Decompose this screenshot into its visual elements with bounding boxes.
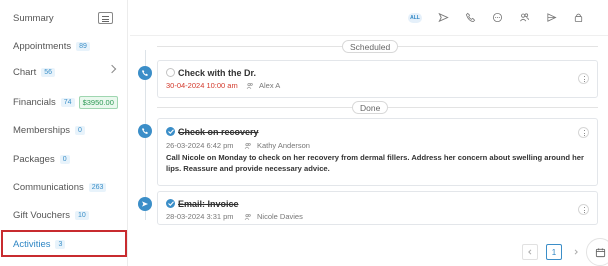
balance-badge: $3950.00	[78, 95, 118, 109]
sidebar-item-label: Chart	[13, 66, 37, 78]
completed-check-icon[interactable]	[166, 127, 175, 136]
section-label-done: Done	[352, 101, 389, 114]
sidebar-item-packages[interactable]: Packages 0	[0, 145, 128, 173]
phone-icon	[142, 70, 148, 76]
assigned-person: Kathy Anderson	[244, 141, 310, 150]
sidebar-item-appointments[interactable]: Appointments 89	[0, 32, 128, 60]
sidebar-item-label: Gift Vouchers	[13, 209, 71, 221]
people-icon	[244, 142, 251, 149]
paper-plane-icon[interactable]	[546, 12, 557, 23]
sidebar-item-chart[interactable]: Chart 56	[0, 58, 128, 86]
chevron-left-icon	[528, 249, 532, 255]
sidebar: Summary Appointments 89 Chart 56 Financi…	[0, 0, 128, 266]
page-number-button[interactable]: 1	[546, 244, 562, 260]
complete-checkbox[interactable]	[166, 68, 175, 77]
previous-page-button[interactable]	[522, 244, 538, 260]
filter-all-button[interactable]: ALL	[408, 13, 422, 23]
phone-icon	[142, 128, 148, 134]
chevron-right-icon	[107, 64, 117, 74]
activity-title: Check on recovery	[178, 127, 259, 137]
sidebar-item-label: Packages	[13, 153, 55, 165]
sidebar-item-label: Appointments	[13, 40, 72, 52]
activity-type-phone-node	[138, 124, 152, 138]
people-icon[interactable]	[519, 12, 530, 23]
activity-filter-bar: ALL	[130, 0, 608, 36]
count-badge: 89	[76, 41, 90, 51]
people-icon	[246, 82, 253, 89]
assigned-person: Nicole Davies	[244, 212, 303, 221]
chat-icon[interactable]	[492, 12, 503, 23]
activity-title: Check with the Dr.	[178, 68, 257, 78]
count-badge: 0	[59, 154, 70, 164]
activity-datetime: 30-04-2024 10:00 am	[166, 81, 238, 90]
chevron-right-icon	[574, 249, 578, 255]
calendar-fab-button[interactable]	[586, 238, 608, 266]
sidebar-item-financials[interactable]: Financials 74 $3950.00	[0, 88, 128, 116]
sidebar-item-label: Financials	[13, 96, 56, 108]
person-name: Nicole Davies	[257, 212, 303, 221]
sidebar-item-label: Memberships	[13, 124, 71, 136]
person-name: Alex A	[259, 81, 281, 90]
activity-type-phone-node	[138, 66, 152, 80]
lock-icon[interactable]	[573, 12, 584, 23]
checkmark-icon	[167, 201, 174, 206]
count-badge: 56	[41, 67, 56, 77]
completed-check-icon[interactable]	[166, 199, 175, 208]
person-name: Kathy Anderson	[257, 141, 310, 150]
sidebar-item-memberships[interactable]: Memberships 0	[0, 116, 128, 144]
count-badge: 10	[75, 210, 89, 220]
active-item-highlight	[1, 230, 127, 257]
assigned-person: Alex A	[246, 81, 280, 90]
activity-type-email-node	[138, 197, 152, 211]
more-options-icon[interactable]	[578, 127, 589, 138]
sidebar-item-summary[interactable]: Summary	[0, 4, 128, 32]
activity-card[interactable]: Check on recovery 26-03-2024 6:42 pm Kat…	[157, 118, 598, 186]
sidebar-item-gift-vouchers[interactable]: Gift Vouchers 10	[0, 201, 128, 229]
people-icon	[244, 213, 251, 220]
sidebar-item-label: Summary	[13, 12, 54, 24]
send-icon	[142, 201, 148, 207]
phone-icon[interactable]	[465, 12, 476, 23]
checkmark-icon	[167, 129, 174, 134]
count-badge: 263	[88, 182, 107, 192]
activity-datetime: 26-03-2024 6:42 pm	[166, 141, 234, 150]
sidebar-item-communications[interactable]: Communications 263	[0, 173, 128, 201]
more-options-icon[interactable]	[578, 73, 589, 84]
calendar-icon	[595, 248, 606, 258]
activity-card[interactable]: Email: Invoice 28-03-2024 3:31 pm Nicole…	[157, 191, 598, 225]
activity-title: Email: Invoice	[178, 199, 239, 209]
activity-datetime: 28-03-2024 3:31 pm	[166, 212, 234, 221]
send-icon[interactable]	[438, 12, 449, 23]
section-label-scheduled: Scheduled	[342, 40, 399, 53]
count-badge: 74	[60, 97, 75, 107]
next-page-button[interactable]	[568, 244, 584, 260]
count-badge: 0	[75, 125, 85, 135]
activity-card[interactable]: Check with the Dr. 30-04-2024 10:00 am A…	[157, 60, 598, 98]
activity-note: Call Nicole on Monday to check on her re…	[166, 153, 584, 173]
sidebar-item-label: Communications	[13, 181, 84, 193]
more-options-icon[interactable]	[578, 204, 589, 215]
collapse-sidebar-icon[interactable]	[98, 12, 113, 24]
